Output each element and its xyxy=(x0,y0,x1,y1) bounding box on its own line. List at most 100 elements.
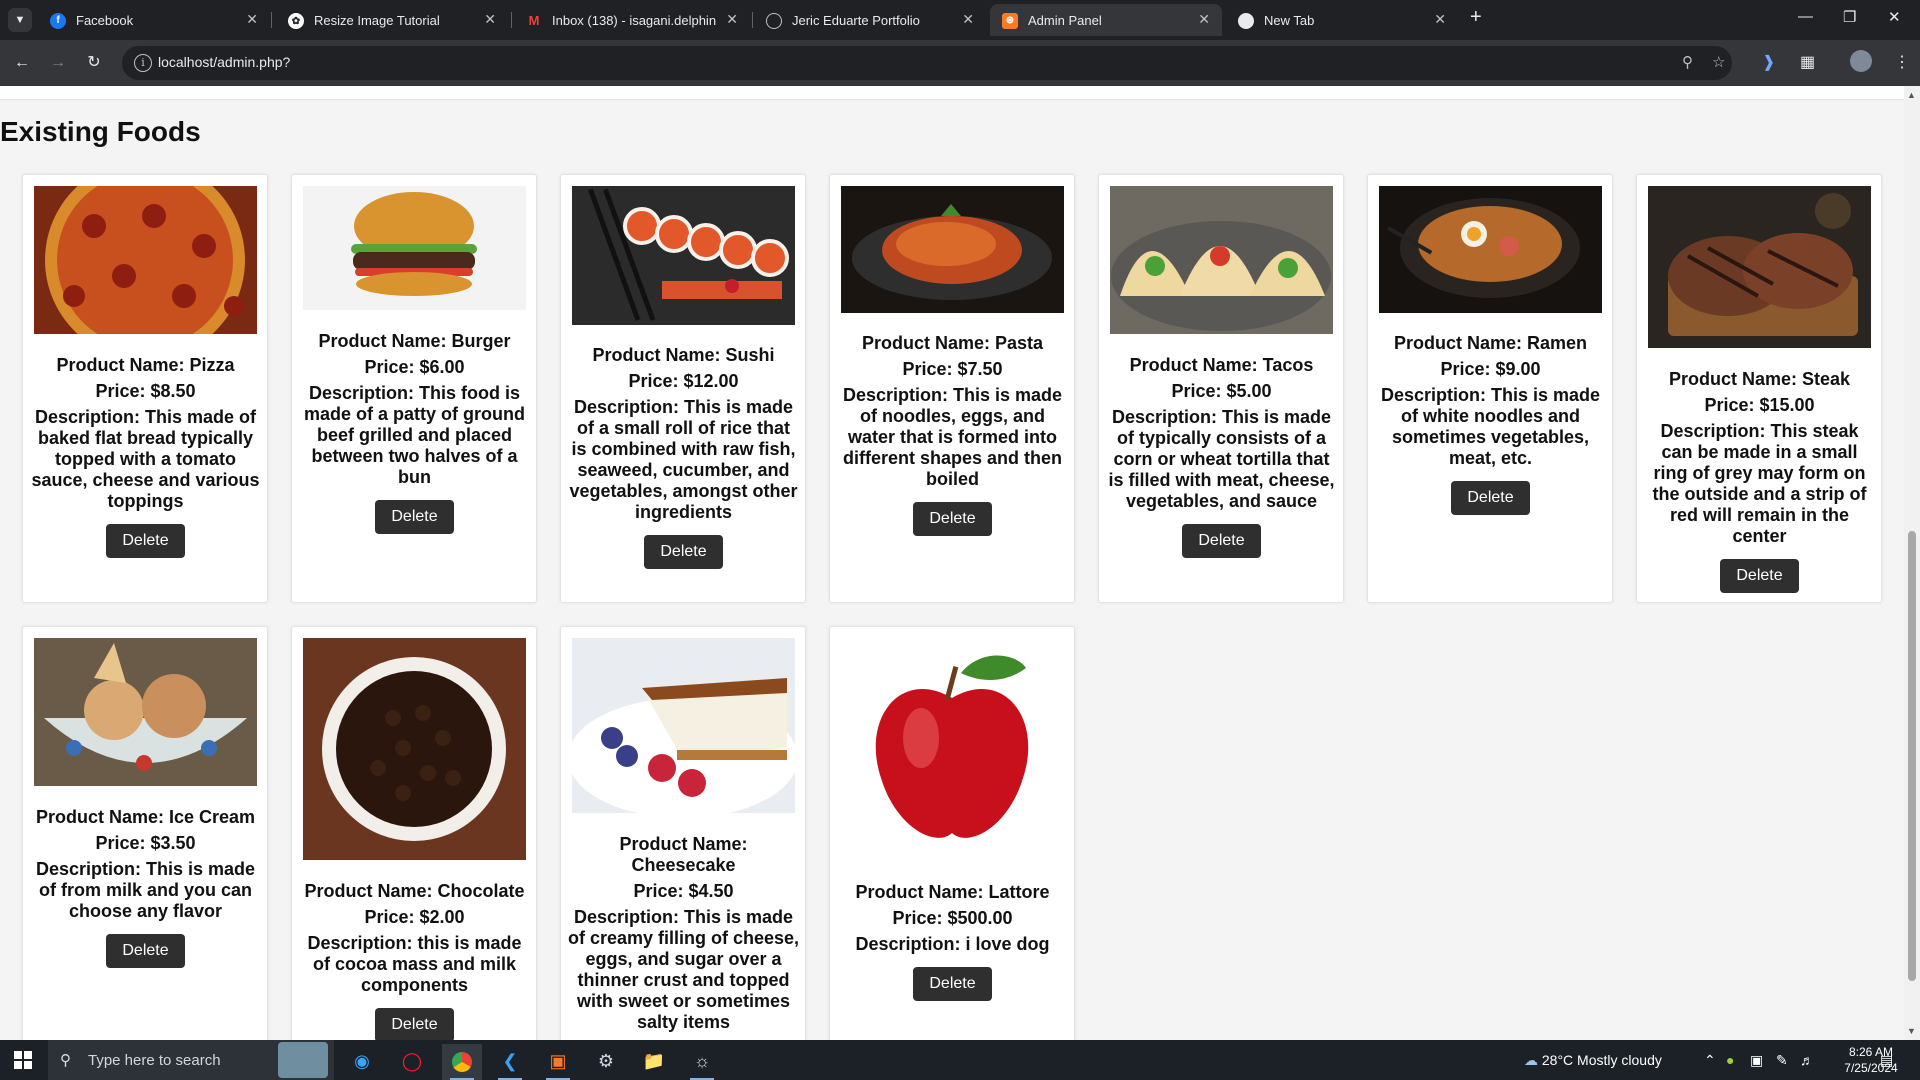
close-icon[interactable]: ✕ xyxy=(726,11,738,28)
system-clock[interactable]: 8:26 AM 7/25/2024 xyxy=(1836,1044,1906,1076)
close-icon[interactable]: ✕ xyxy=(246,11,258,28)
tab-portfolio[interactable]: Jeric Eduarte Portfolio ✕ xyxy=(754,4,986,36)
food-info: Product Name: Sushi Price: $12.00 Descri… xyxy=(567,345,800,569)
tab-title: Inbox (138) - isagani.delphinum xyxy=(552,13,716,28)
delete-button[interactable]: Delete xyxy=(1451,481,1530,515)
profile-avatar[interactable] xyxy=(1850,50,1872,72)
delete-button[interactable]: Delete xyxy=(913,967,992,1001)
windows-taskbar: ⚲ Type here to search ◉ ◯ ❮ ▣ ⚙ 📁 ☼ ☁ 28… xyxy=(0,1040,1920,1080)
food-info: Product Name: Burger Price: $6.00 Descri… xyxy=(298,331,531,534)
zoom-icon[interactable]: ⚲ xyxy=(1682,53,1693,71)
url-text[interactable]: localhost/admin.php? xyxy=(158,54,290,70)
steam-icon[interactable]: ⚙ xyxy=(586,1044,626,1080)
tab-search-button[interactable]: ▼ xyxy=(8,8,32,32)
delete-button[interactable]: Delete xyxy=(375,500,454,534)
delete-button[interactable]: Delete xyxy=(1182,524,1261,558)
new-tab-button[interactable]: + xyxy=(1470,6,1482,29)
product-name: Product Name: Steak xyxy=(1668,369,1851,389)
scroll-down-icon[interactable]: ▼ xyxy=(1907,1026,1916,1036)
delete-button[interactable]: Delete xyxy=(106,524,185,558)
delete-button[interactable]: Delete xyxy=(1720,559,1799,593)
site-info-icon[interactable]: i xyxy=(134,54,152,72)
scrollbar-thumb[interactable] xyxy=(1908,531,1916,981)
notification-icon[interactable]: ▤ xyxy=(1880,1040,1893,1080)
extensions-puzzle-icon[interactable]: ▦ xyxy=(1800,52,1815,72)
product-price: Price: $8.50 xyxy=(95,381,196,401)
product-price: Price: $12.00 xyxy=(628,371,739,391)
pen-icon[interactable]: ✎ xyxy=(1776,1040,1788,1080)
tab-new-tab[interactable]: New Tab ✕ xyxy=(1226,4,1458,36)
weather-widget[interactable]: ☁ 28°C Mostly cloudy xyxy=(1524,1040,1662,1080)
product-name: Product Name: Pasta xyxy=(861,333,1044,353)
taskbar-search-box[interactable]: ⚲ Type here to search xyxy=(48,1040,334,1080)
tab-title: Jeric Eduarte Portfolio xyxy=(792,13,920,28)
tray-app-icon[interactable]: ● xyxy=(1726,1040,1734,1080)
windows-start-icon[interactable] xyxy=(14,1051,32,1069)
food-info: Product Name: Ramen Price: $9.00 Descrip… xyxy=(1374,333,1607,515)
opera-icon[interactable]: ◯ xyxy=(392,1044,432,1080)
product-name: Product Name: Lattore xyxy=(855,882,1050,902)
product-price: Price: $15.00 xyxy=(1704,395,1815,415)
product-name: Product Name: Pizza xyxy=(56,355,235,375)
product-description: Description: This is made of white noodl… xyxy=(1380,385,1601,468)
product-price: Price: $500.00 xyxy=(892,908,1013,928)
tab-divider xyxy=(511,12,512,28)
apple-image xyxy=(841,638,1064,861)
food-card-pizza: Product Name: Pizza Price: $8.50 Descrip… xyxy=(22,174,268,603)
product-description: Description: This is made of creamy fill… xyxy=(567,907,800,1032)
cheesecake-image xyxy=(572,638,795,813)
vscode-icon[interactable]: ❮ xyxy=(490,1044,530,1080)
network-icon[interactable]: ▣ xyxy=(1750,1040,1763,1080)
food-info: Product Name: Lattore Price: $500.00 Des… xyxy=(836,882,1069,1001)
scroll-up-icon[interactable]: ▲ xyxy=(1907,90,1916,100)
bookmark-star-icon[interactable]: ☆ xyxy=(1712,53,1725,71)
delete-button[interactable]: Delete xyxy=(644,535,723,569)
product-description: Description: i love dog xyxy=(855,934,1050,954)
food-card-steak: Product Name: Steak Price: $15.00 Descri… xyxy=(1636,174,1882,603)
close-icon[interactable]: ✕ xyxy=(962,11,974,28)
forward-icon[interactable]: → xyxy=(46,51,70,75)
chrome-taskbar-icon[interactable] xyxy=(442,1044,482,1080)
product-name: Product Name: Burger xyxy=(318,331,511,351)
close-icon[interactable]: ✕ xyxy=(1434,11,1446,28)
close-window-icon[interactable]: ✕ xyxy=(1888,8,1901,26)
xampp-icon: ⊛ xyxy=(1002,13,1018,29)
extension-audio-icon[interactable]: ❱ xyxy=(1762,52,1775,72)
food-card-sushi: Product Name: Sushi Price: $12.00 Descri… xyxy=(560,174,806,603)
food-info: Product Name: Pizza Price: $8.50 Descrip… xyxy=(29,355,262,558)
chatgpt-icon: ✿ xyxy=(288,13,304,29)
close-icon[interactable]: ✕ xyxy=(484,11,496,28)
food-info: Product Name: Steak Price: $15.00 Descri… xyxy=(1643,369,1876,593)
app-icon[interactable]: ☼ xyxy=(682,1044,722,1080)
tab-facebook[interactable]: f Facebook ✕ xyxy=(38,4,270,36)
volume-icon[interactable]: ♬ xyxy=(1800,1040,1814,1080)
vertical-scrollbar[interactable]: ▲ ▼ xyxy=(1904,86,1920,1040)
tab-admin-panel[interactable]: ⊛ Admin Panel ✕ xyxy=(990,4,1222,36)
delete-button[interactable]: Delete xyxy=(106,934,185,968)
reload-icon[interactable]: ↻ xyxy=(82,51,106,75)
back-icon[interactable]: ← xyxy=(10,51,34,75)
tab-resize-image-tutorial[interactable]: ✿ Resize Image Tutorial ✕ xyxy=(276,4,508,36)
xampp-taskbar-icon[interactable]: ▣ xyxy=(538,1044,578,1080)
product-description: Description: This food is made of a patt… xyxy=(303,383,525,487)
product-price: Price: $5.00 xyxy=(1171,381,1272,401)
menu-kebab-icon[interactable]: ⋮ xyxy=(1894,52,1910,72)
food-card-burger: Product Name: Burger Price: $6.00 Descri… xyxy=(291,174,537,603)
minimize-icon[interactable]: — xyxy=(1798,8,1813,25)
clock-date: 7/25/2024 xyxy=(1844,1061,1898,1075)
edge-icon[interactable]: ◉ xyxy=(342,1044,382,1080)
tab-gmail-inbox[interactable]: M Inbox (138) - isagani.delphinum ✕ xyxy=(514,4,750,36)
close-icon[interactable]: ✕ xyxy=(1198,11,1210,28)
facebook-icon: f xyxy=(50,13,66,29)
tab-strip: ▼ f Facebook ✕ ✿ Resize Image Tutorial ✕… xyxy=(0,0,1920,40)
delete-button[interactable]: Delete xyxy=(375,1008,454,1040)
restore-icon[interactable]: ❐ xyxy=(1843,8,1856,26)
show-hidden-icons[interactable]: ⌃ xyxy=(1704,1040,1716,1080)
burger-image xyxy=(303,186,526,310)
file-explorer-icon[interactable]: 📁 xyxy=(634,1044,674,1080)
tab-divider xyxy=(752,12,753,28)
chocolate-image xyxy=(303,638,526,860)
address-bar[interactable]: i localhost/admin.php? ⚲ ☆ xyxy=(122,46,1732,80)
delete-button[interactable]: Delete xyxy=(913,502,992,536)
product-description: Description: This is made of typically c… xyxy=(1108,407,1335,511)
